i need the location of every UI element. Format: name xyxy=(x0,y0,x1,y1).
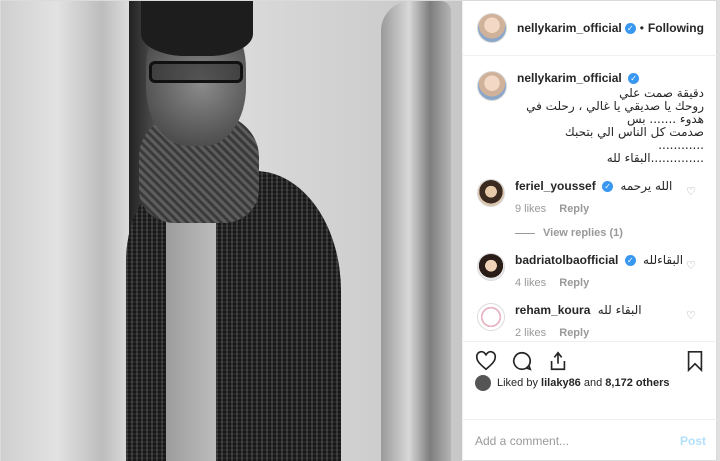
post-dialog: nellykarim_official ✓ • Following nellyk… xyxy=(0,0,718,461)
comment-text: البقاءلله xyxy=(643,253,684,267)
view-replies-line xyxy=(515,232,535,234)
comment-likes[interactable]: 9 likes xyxy=(515,203,546,215)
comment-body: reham_koura البقاء لله 2 likes Reply xyxy=(515,303,704,339)
comment-likes[interactable]: 4 likes xyxy=(515,277,546,289)
caption-body: nellykarim_official ✓ دقيقة صمت علي روحك… xyxy=(517,71,704,165)
reply-button[interactable]: Reply xyxy=(559,203,589,215)
post-side-panel: nellykarim_official ✓ • Following nellyk… xyxy=(462,1,718,461)
post-comment-button[interactable]: Post xyxy=(680,434,706,448)
comment-text: البقاء لله xyxy=(597,303,642,317)
reply-button[interactable]: Reply xyxy=(559,327,589,339)
reply-button[interactable]: Reply xyxy=(559,277,589,289)
photo-hair xyxy=(141,1,253,56)
liker-avatar[interactable] xyxy=(475,375,491,391)
comment-line: feriel_youssef ✓ الله يرحمه xyxy=(515,179,704,193)
commenter-username[interactable]: feriel_youssef xyxy=(515,179,596,193)
heart-icon[interactable]: ♡ xyxy=(686,185,698,198)
author-username[interactable]: nellykarim_official xyxy=(517,21,622,35)
author-avatar[interactable] xyxy=(477,13,507,43)
post-photo[interactable] xyxy=(1,1,462,461)
action-bar xyxy=(463,341,718,379)
caption: nellykarim_official ✓ دقيقة صمت علي روحك… xyxy=(477,71,704,165)
commenter-username[interactable]: badriatolbaofficial xyxy=(515,253,618,267)
comments-list[interactable]: nellykarim_official ✓ دقيقة صمت علي روحك… xyxy=(463,57,718,341)
post-header: nellykarim_official ✓ • Following xyxy=(463,1,718,56)
comment-item: reham_koura البقاء لله 2 likes Reply ♡ xyxy=(477,303,704,339)
photo-glasses xyxy=(149,61,243,83)
comment-icon[interactable] xyxy=(511,350,533,372)
view-replies-label: View replies (1) xyxy=(543,227,623,239)
comment-meta: 9 likes Reply xyxy=(515,203,704,215)
commenter-username[interactable]: reham_koura xyxy=(515,303,590,317)
liker-username[interactable]: lilaky86 xyxy=(541,377,581,389)
verified-badge-icon: ✓ xyxy=(602,181,614,193)
bookmark-icon[interactable] xyxy=(684,350,706,372)
view-replies-button[interactable]: View replies (1) xyxy=(515,227,704,239)
heart-icon[interactable]: ♡ xyxy=(686,259,698,272)
comment-meta: 4 likes Reply xyxy=(515,277,704,289)
comment-meta: 2 likes Reply xyxy=(515,327,704,339)
comment-item: badriatolbaofficial ✓ البقاءلله 4 likes … xyxy=(477,253,704,289)
heart-icon[interactable]: ♡ xyxy=(686,309,698,322)
photo-shirt xyxy=(166,201,216,461)
comment-line: reham_koura البقاء لله xyxy=(515,303,704,317)
comment-likes[interactable]: 2 likes xyxy=(515,327,546,339)
caption-avatar[interactable] xyxy=(477,71,507,101)
likes-middle: and xyxy=(583,377,603,389)
add-comment-bar: Add a comment... Post xyxy=(463,419,718,461)
comment-item: feriel_youssef ✓ الله يرحمه 9 likes Repl… xyxy=(477,179,704,215)
comment-text: الله يرحمه xyxy=(620,179,673,193)
caption-header: nellykarim_official ✓ xyxy=(517,71,704,85)
header-separator: • xyxy=(639,21,644,35)
commenter-avatar[interactable] xyxy=(477,303,505,331)
following-button[interactable]: Following xyxy=(648,21,704,35)
comment-body: badriatolbaofficial ✓ البقاءلله 4 likes … xyxy=(515,253,704,289)
share-icon[interactable] xyxy=(547,350,569,372)
verified-badge-icon: ✓ xyxy=(624,22,636,34)
comment-line: badriatolbaofficial ✓ البقاءلله xyxy=(515,253,704,267)
comment-body: feriel_youssef ✓ الله يرحمه 9 likes Repl… xyxy=(515,179,704,215)
caption-text: دقيقة صمت علي روحك يا صديقي يا غالي ، رح… xyxy=(526,86,704,165)
heart-icon[interactable] xyxy=(475,350,497,372)
photo-tree-trunk xyxy=(381,1,451,461)
commenter-avatar[interactable] xyxy=(477,253,505,281)
commenter-avatar[interactable] xyxy=(477,179,505,207)
caption-username[interactable]: nellykarim_official xyxy=(517,71,622,85)
add-comment-input[interactable]: Add a comment... xyxy=(475,434,680,448)
likes-summary: Liked by lilaky86 and 8,172 others xyxy=(475,375,670,391)
likes-count[interactable]: 8,172 others xyxy=(605,377,669,389)
likes-prefix: Liked by xyxy=(497,377,538,389)
verified-badge-icon: ✓ xyxy=(628,73,640,85)
verified-badge-icon: ✓ xyxy=(624,255,636,267)
